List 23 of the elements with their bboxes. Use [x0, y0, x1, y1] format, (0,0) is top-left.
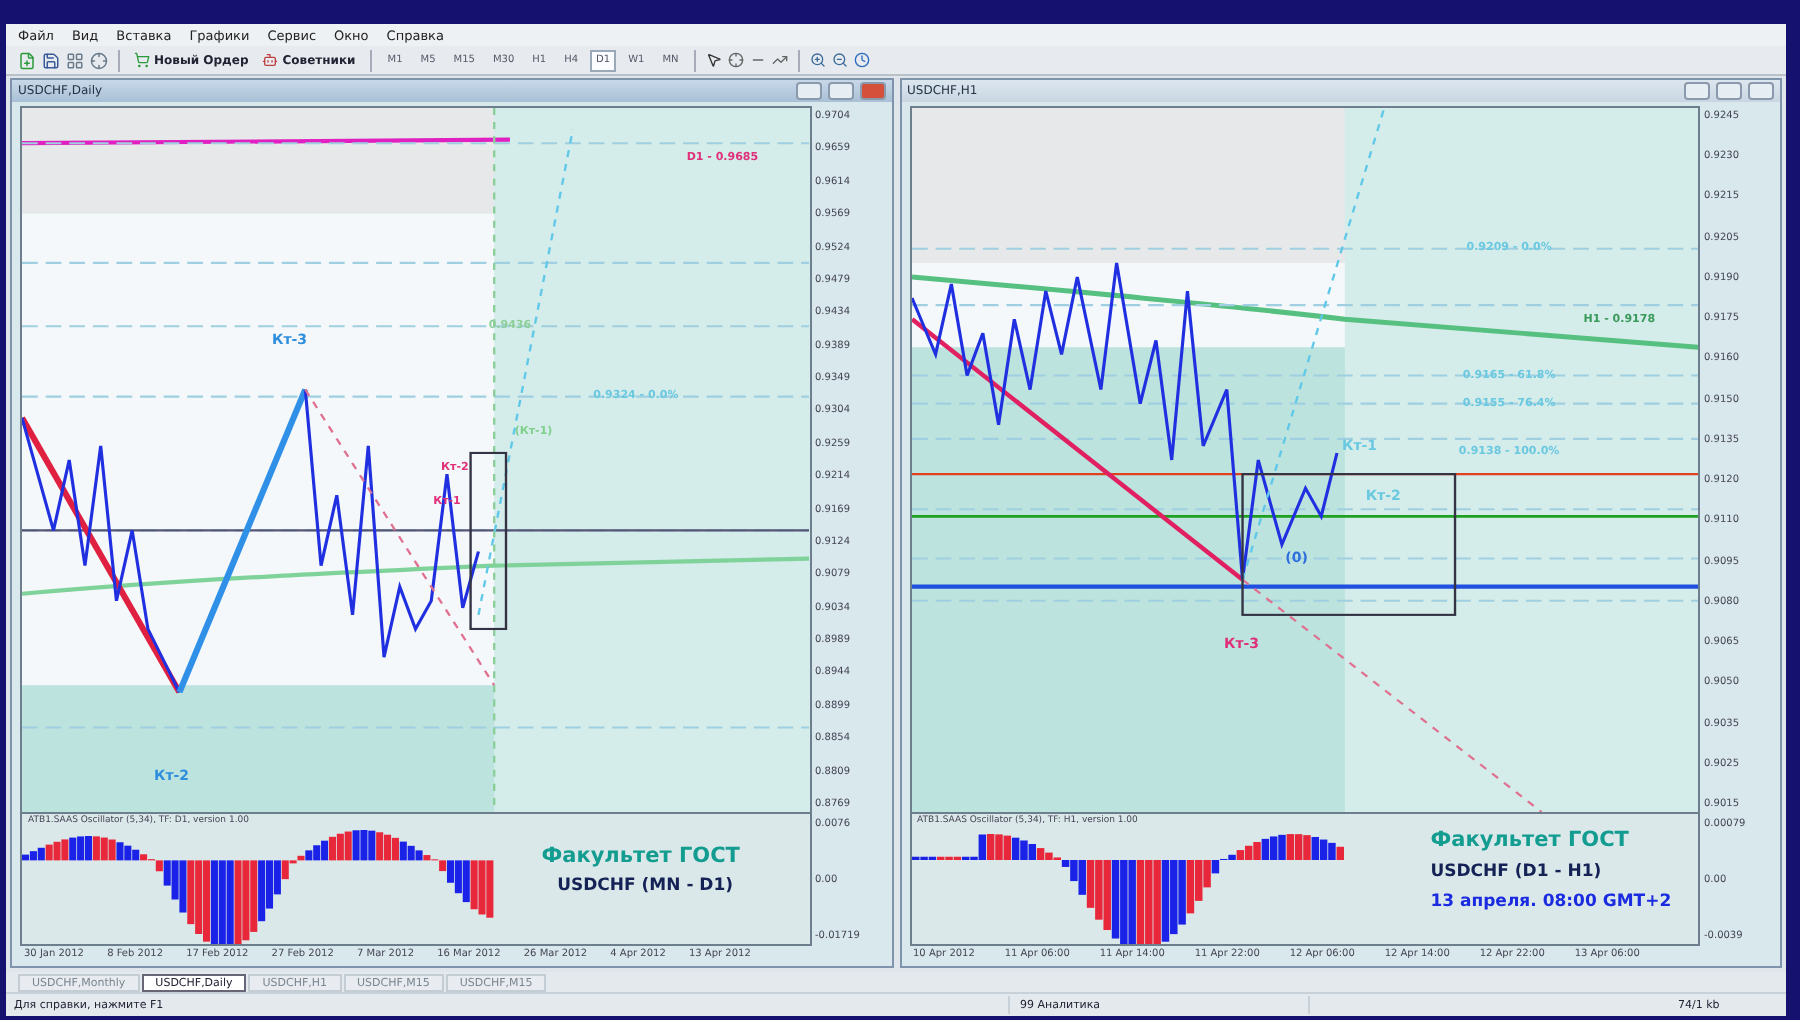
- save-icon[interactable]: [42, 51, 60, 69]
- maximize-button[interactable]: [1716, 82, 1742, 100]
- new-file-icon[interactable]: [18, 51, 36, 69]
- trend-line-icon[interactable]: [772, 52, 789, 68]
- subheading: USDCHF (MN - D1): [557, 875, 734, 896]
- date-note: 13 апреля. 08:00 GMT+2: [1430, 892, 1672, 913]
- cart-icon: [134, 52, 150, 68]
- heading: Факультет ГОСТ: [1430, 828, 1629, 852]
- robot-icon: [262, 52, 279, 68]
- crosshair-icon[interactable]: [90, 51, 108, 69]
- crosshair-icon[interactable]: [728, 52, 745, 68]
- zoom-in-icon[interactable]: [810, 52, 827, 68]
- cursor-icon[interactable]: [706, 52, 723, 68]
- subheading: USDCHF (D1 - H1): [1430, 862, 1602, 883]
- minimize-button[interactable]: [1684, 82, 1710, 100]
- clock-icon[interactable]: [854, 52, 871, 68]
- heading: Факультет ГОСТ: [541, 843, 740, 868]
- close-button[interactable]: [859, 82, 885, 100]
- close-button[interactable]: [1748, 82, 1774, 100]
- zoom-out-icon[interactable]: [832, 52, 849, 68]
- minimize-button[interactable]: [795, 82, 821, 100]
- grid-icon[interactable]: [66, 51, 84, 69]
- maximize-button[interactable]: [827, 82, 853, 100]
